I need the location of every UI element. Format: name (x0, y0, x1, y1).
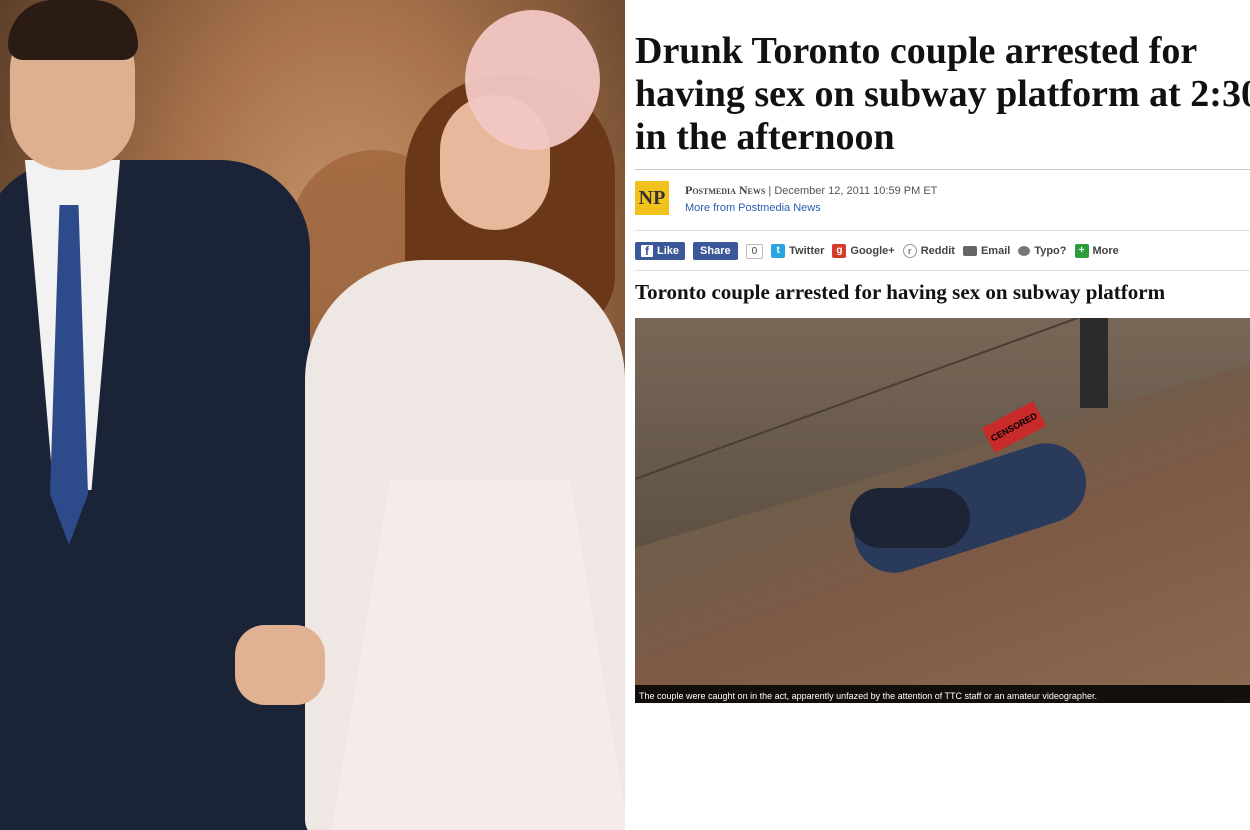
more-label: More (1092, 245, 1119, 257)
google-plus-icon: g (832, 244, 847, 258)
google-plus-share-button[interactable]: g Google+ (832, 244, 895, 258)
video-caption: The couple were caught on in the act, ap… (639, 691, 1097, 701)
reddit-icon: r (902, 244, 917, 258)
email-label: Email (980, 245, 1011, 257)
headline-divider (635, 169, 1250, 170)
fascinator-hat (465, 10, 600, 150)
byline-date: December 12, 2011 10:59 PM ET (774, 185, 938, 197)
byline-separator: | (768, 185, 772, 197)
byline-source[interactable]: Postmedia News (685, 183, 765, 197)
share-count: 0 (745, 243, 764, 259)
like-label: Like (657, 245, 680, 257)
share-bar-top-border (635, 230, 1250, 231)
google-plus-label: Google+ (850, 245, 895, 257)
article-headline: Drunk Toronto couple arrested for having… (635, 30, 1250, 158)
reddit-label: Reddit (920, 245, 955, 257)
bystander-legs (1080, 318, 1108, 408)
byline: Postmedia News | December 12, 2011 10:59… (685, 183, 937, 198)
news-article-screenshot: Drunk Toronto couple arrested for having… (625, 0, 1250, 830)
twitter-label: Twitter (789, 245, 825, 257)
man-hair (8, 0, 138, 60)
plus-icon: + (1074, 244, 1089, 258)
facebook-icon: f (641, 245, 653, 257)
article-subheadline: Toronto couple arrested for having sex o… (635, 280, 1166, 304)
lying-person-jacket (850, 488, 970, 548)
couple-photo (0, 0, 625, 830)
share-bar-bottom-border (635, 270, 1250, 271)
facebook-share-button[interactable]: Share (693, 242, 738, 260)
twitter-icon: t (771, 244, 786, 258)
speech-bubble-icon (1018, 246, 1031, 256)
np-logo: NP (635, 181, 669, 215)
typo-report-button[interactable]: Typo? (1018, 245, 1067, 257)
reddit-share-button[interactable]: r Reddit (902, 244, 955, 258)
facebook-like-button[interactable]: f Like (635, 242, 686, 260)
video-still[interactable]: CENSORED The couple were caught on in th… (635, 318, 1250, 703)
more-share-button[interactable]: + More (1074, 244, 1119, 258)
collage: Drunk Toronto couple arrested for having… (0, 0, 1250, 830)
more-from-link[interactable]: More from Postmedia News (685, 202, 821, 214)
held-hands (235, 625, 325, 705)
twitter-share-button[interactable]: t Twitter (771, 244, 824, 258)
share-bar: f Like Share 0 t Twitter g Google+ r Red… (635, 238, 1250, 264)
email-icon (962, 246, 977, 256)
typo-label: Typo? (1034, 245, 1067, 257)
email-share-button[interactable]: Email (962, 245, 1011, 257)
